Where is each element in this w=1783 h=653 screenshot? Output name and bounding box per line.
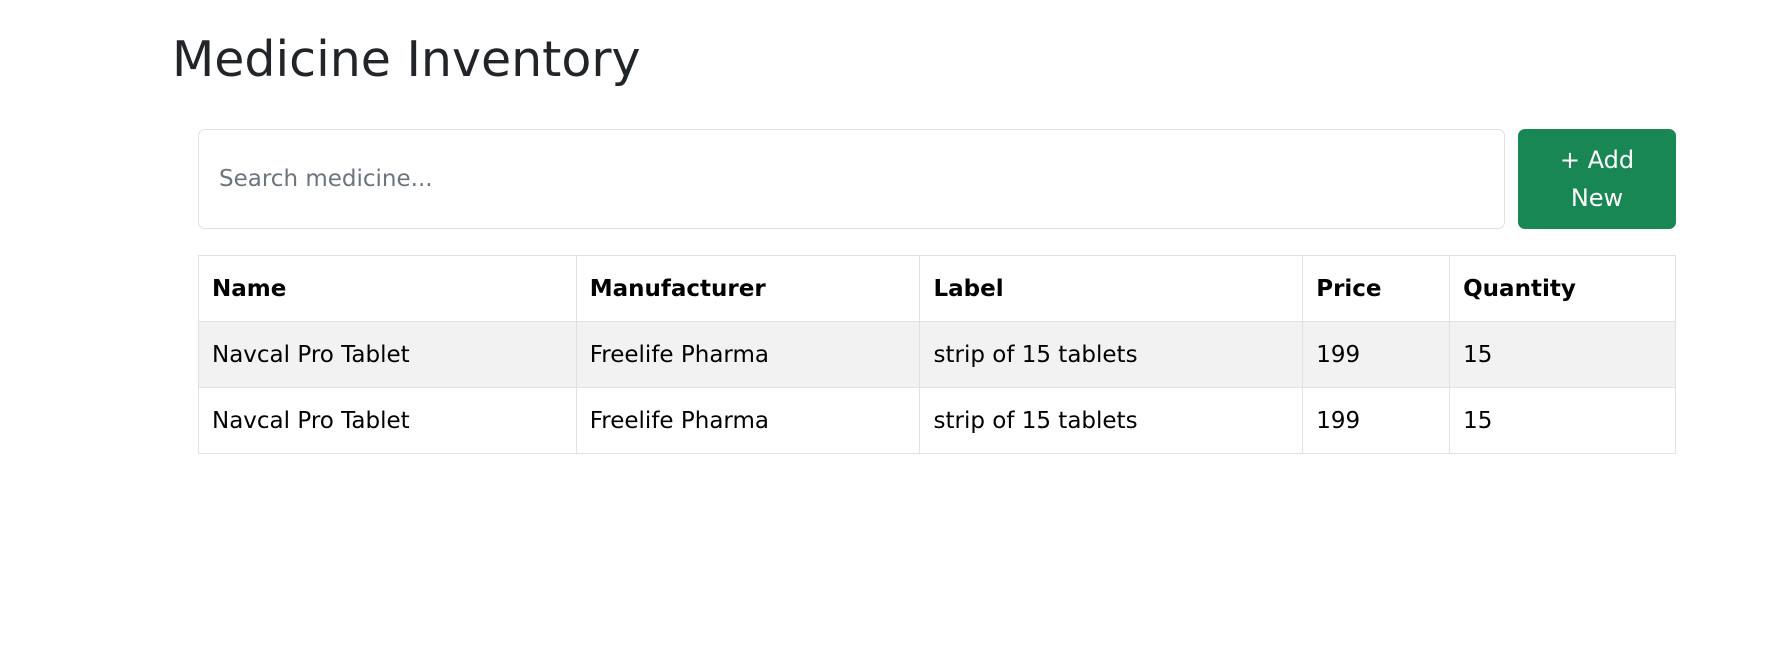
cell-quantity: 15 [1449, 387, 1676, 454]
header-row: Name Manufacturer Label Price Quantity [198, 255, 1676, 322]
table-body: Navcal Pro Tablet Freelife Pharma strip … [198, 321, 1676, 454]
table-row[interactable]: Navcal Pro Tablet Freelife Pharma strip … [198, 387, 1676, 454]
column-header-label: Label [919, 255, 1304, 322]
cell-price: 199 [1302, 387, 1451, 454]
cell-quantity: 15 [1449, 321, 1676, 388]
column-header-manufacturer: Manufacturer [575, 255, 921, 322]
cell-label: strip of 15 tablets [919, 321, 1304, 388]
cell-name: Navcal Pro Tablet [198, 321, 577, 388]
column-header-quantity: Quantity [1449, 255, 1676, 322]
add-new-button[interactable]: + Add New [1518, 129, 1676, 229]
column-header-price: Price [1302, 255, 1451, 322]
cell-label: strip of 15 tablets [919, 387, 1304, 454]
cell-manufacturer: Freelife Pharma [575, 321, 921, 388]
table-header: Name Manufacturer Label Price Quantity [198, 255, 1676, 322]
search-input[interactable] [198, 129, 1505, 229]
cell-price: 199 [1302, 321, 1451, 388]
table-row[interactable]: Navcal Pro Tablet Freelife Pharma strip … [198, 321, 1676, 388]
cell-name: Navcal Pro Tablet [198, 387, 577, 454]
cell-manufacturer: Freelife Pharma [575, 387, 921, 454]
column-header-name: Name [198, 255, 577, 322]
inventory-table: Name Manufacturer Label Price Quantity N… [198, 255, 1676, 454]
page-title: Medicine Inventory [172, 31, 641, 88]
